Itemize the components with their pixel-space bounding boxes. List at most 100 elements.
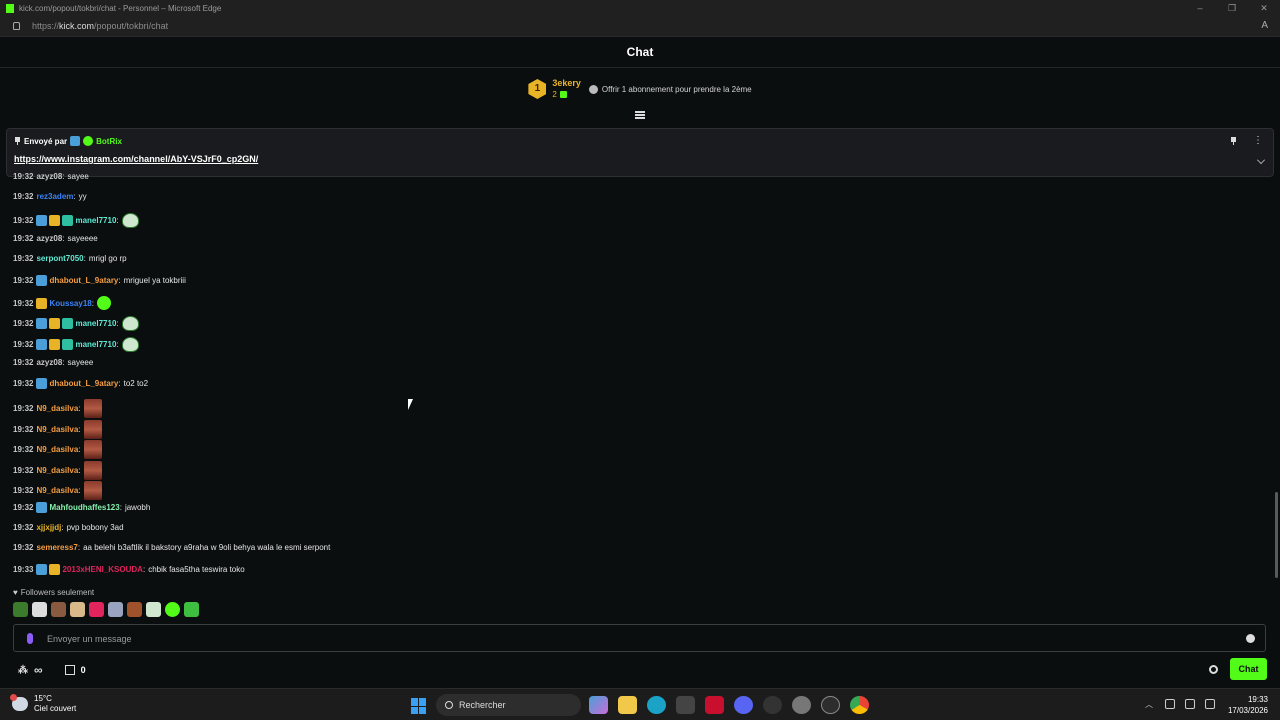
read-aloud-icon[interactable]: A	[1261, 20, 1268, 31]
message-username[interactable]: azyz08	[36, 172, 62, 181]
message-username[interactable]: manel7710	[75, 319, 116, 328]
send-chat-button[interactable]: Chat	[1230, 658, 1267, 680]
pinned-link[interactable]: https://www.instagram.com/channel/AbY-VS…	[14, 154, 258, 164]
message-username[interactable]: manel7710	[75, 216, 116, 225]
teal-badge-icon[interactable]	[62, 215, 74, 226]
message-username[interactable]: N9_dasilva	[36, 486, 78, 495]
emote-quick[interactable]	[184, 602, 199, 617]
message-username[interactable]: dhabout_L_9atary	[49, 379, 118, 388]
message-username[interactable]: azyz08	[36, 358, 62, 367]
emote-quick[interactable]	[51, 602, 66, 617]
message-username[interactable]: dhabout_L_9atary	[49, 276, 118, 285]
infinity-icon[interactable]: ∞	[34, 663, 43, 677]
message-username[interactable]: N9_dasilva	[36, 466, 78, 475]
emote-quick[interactable]	[32, 602, 47, 617]
message-username[interactable]: N9_dasilva	[36, 445, 78, 454]
message-input[interactable]	[47, 631, 1227, 646]
url-text[interactable]: https://kick.com/popout/tokbri/chat	[32, 21, 168, 31]
blue-badge-icon[interactable]	[36, 378, 48, 389]
emote-image[interactable]	[121, 337, 139, 352]
chatters-icon[interactable]: ⁂	[18, 665, 28, 676]
emote-quick[interactable]	[165, 602, 180, 617]
windows-start-icon[interactable]	[411, 698, 427, 714]
gold-badge-icon[interactable]	[36, 297, 48, 309]
address-bar[interactable]: https://kick.com/popout/tokbri/chat A	[0, 16, 1280, 37]
teal-badge-icon[interactable]	[62, 318, 74, 329]
lock-icon[interactable]	[13, 22, 20, 30]
chrome-icon[interactable]	[850, 696, 869, 714]
chevron-up-icon[interactable]: ︿	[1145, 699, 1155, 709]
pinned-bot-name[interactable]: BotRix	[96, 137, 122, 146]
app-red-icon[interactable]	[705, 696, 724, 714]
message-username[interactable]: Mahfoudhaffes123	[49, 503, 119, 512]
weather-widget[interactable]: 15°C Ciel couvert	[10, 694, 76, 714]
blue-badge-icon[interactable]	[36, 339, 48, 350]
message-username[interactable]: manel7710	[75, 340, 116, 349]
message-username[interactable]: N9_dasilva	[36, 404, 78, 413]
media-player-icon[interactable]	[763, 696, 782, 714]
volume-icon[interactable]	[1205, 699, 1215, 709]
store-icon[interactable]	[64, 665, 75, 675]
teal-badge-icon[interactable]	[62, 339, 74, 350]
message-username[interactable]: 2013xHENI_KSOUDA	[62, 565, 142, 574]
emote-quick[interactable]	[127, 602, 142, 617]
gold-badge-icon[interactable]	[49, 339, 61, 350]
emote-quick[interactable]	[70, 602, 85, 617]
message-username[interactable]: xjjxjjdj	[36, 523, 61, 532]
blue-badge-icon[interactable]	[36, 502, 48, 513]
minimize-button[interactable]: –	[1184, 0, 1216, 16]
leader-username[interactable]: 3ekery	[552, 78, 581, 89]
blue-badge-icon[interactable]	[36, 564, 48, 575]
message-username[interactable]: serpont7050	[36, 254, 83, 263]
restore-button[interactable]: ❐	[1216, 0, 1248, 16]
discord-icon[interactable]	[734, 696, 753, 714]
file-explorer-icon[interactable]	[618, 696, 637, 714]
emote-image[interactable]	[121, 316, 139, 331]
gear-icon[interactable]	[1209, 665, 1218, 674]
emote-image[interactable]	[83, 440, 102, 459]
emote-quick[interactable]	[146, 602, 161, 617]
microphone-tray-icon[interactable]	[1165, 699, 1175, 709]
copilot-icon[interactable]	[589, 696, 608, 714]
blue-badge-icon[interactable]	[36, 215, 48, 226]
emote-quick[interactable]	[13, 602, 28, 617]
message-username[interactable]: azyz08	[36, 234, 62, 243]
taskbar-clock[interactable]: 19:33 17/03/2026	[1224, 694, 1268, 716]
blue-badge-icon[interactable]	[36, 275, 48, 286]
microphone-icon[interactable]	[27, 633, 33, 644]
store-app-icon[interactable]	[676, 696, 695, 714]
emote-image[interactable]	[83, 481, 102, 500]
gold-badge-icon[interactable]	[49, 215, 61, 226]
message-username[interactable]: semeress7	[36, 543, 77, 552]
collapse-leaderboard-icon[interactable]	[635, 111, 645, 120]
emoji-icon[interactable]	[1246, 634, 1255, 643]
network-icon[interactable]	[1185, 699, 1195, 709]
close-button[interactable]: ✕	[1248, 0, 1280, 16]
app-active-icon[interactable]	[821, 696, 840, 714]
settings-app-icon[interactable]	[792, 696, 811, 714]
emote-quick[interactable]	[89, 602, 104, 617]
taskbar-search[interactable]: Rechercher	[436, 694, 581, 716]
gold-badge-icon[interactable]	[49, 564, 61, 575]
message-username[interactable]: rez3adem	[36, 192, 73, 201]
emote-image[interactable]	[83, 399, 102, 418]
gold-badge-icon[interactable]	[49, 318, 61, 329]
unpin-icon[interactable]	[1230, 137, 1237, 145]
message-username[interactable]: Koussay18	[49, 299, 91, 308]
chat-message: 19:32 Mahfoudhaffes123: jawobh	[13, 502, 150, 513]
emote-image[interactable]	[96, 296, 111, 310]
more-options-icon[interactable]: ⋮	[1253, 136, 1263, 146]
edge-icon[interactable]	[647, 696, 666, 714]
gift-offer-button[interactable]: Offrir 1 abonnement pour prendre la 2ème	[588, 84, 752, 94]
chevron-down-icon[interactable]	[1257, 156, 1265, 164]
emote-image[interactable]	[83, 461, 102, 480]
emote-image[interactable]	[121, 213, 139, 228]
message-input-box[interactable]	[13, 624, 1266, 652]
emote-quick[interactable]	[108, 602, 123, 617]
window-title-bar: kick.com/popout/tokbri/chat - Personnel …	[0, 0, 1280, 16]
leader-user[interactable]: 3ekery 2	[552, 78, 581, 100]
blue-badge-icon[interactable]	[36, 318, 48, 329]
chat-scrollbar[interactable]	[1275, 492, 1278, 578]
message-username[interactable]: N9_dasilva	[36, 425, 78, 434]
emote-image[interactable]	[83, 420, 102, 439]
